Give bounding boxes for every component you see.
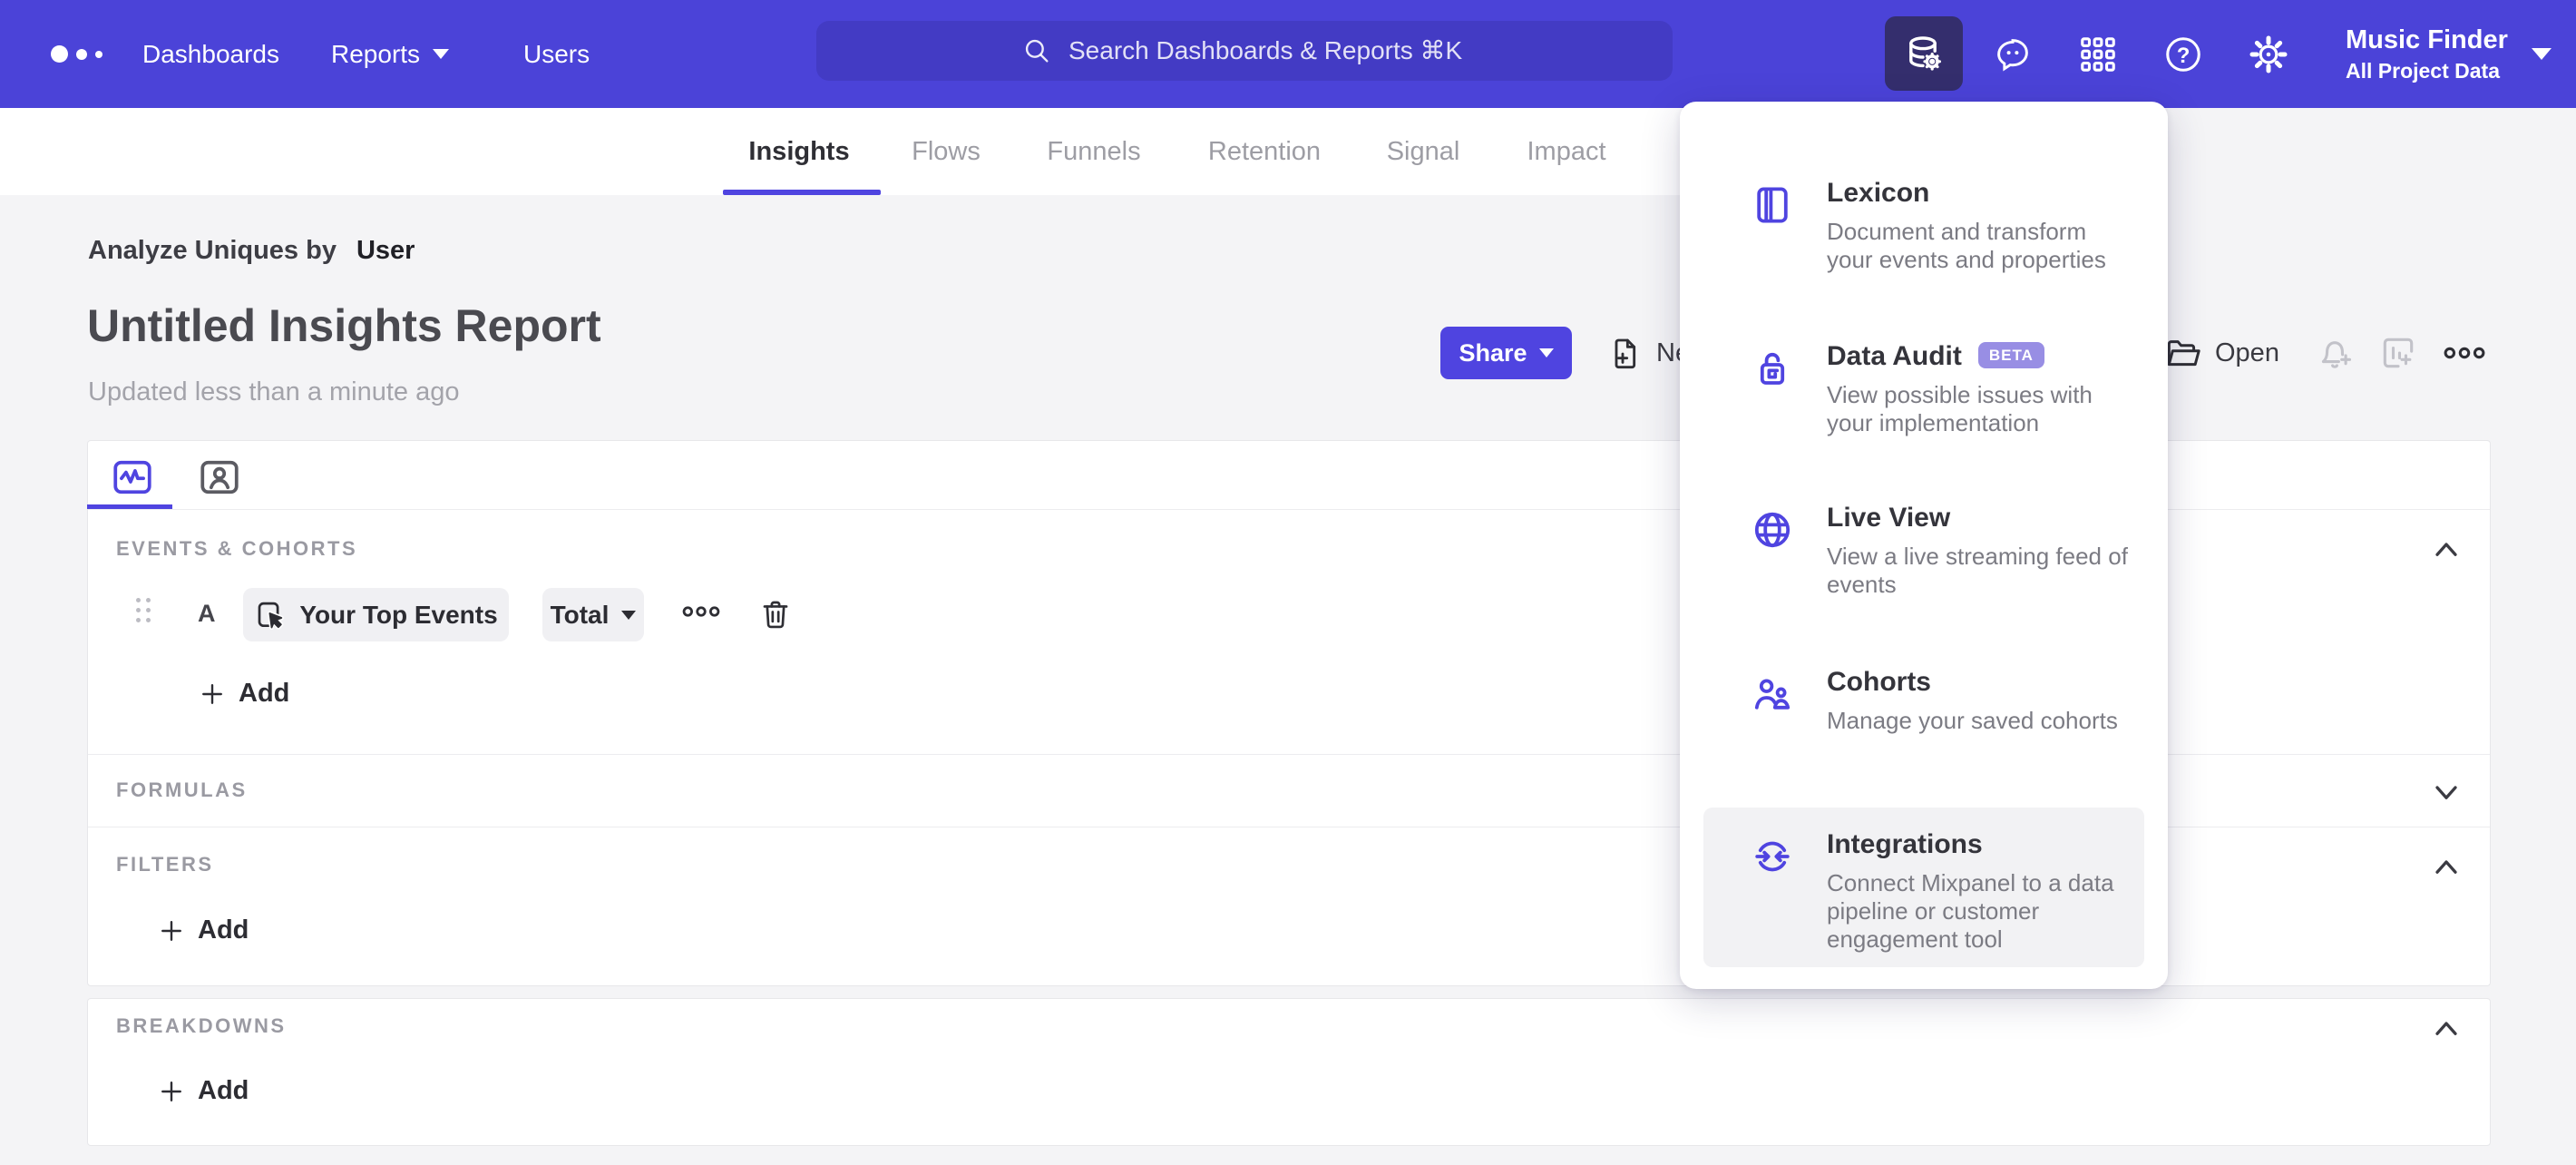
updated-timestamp: Updated less than a minute ago bbox=[88, 377, 460, 406]
tab-insights[interactable]: Insights bbox=[748, 108, 849, 195]
svg-text:?: ? bbox=[2177, 43, 2191, 67]
feedback-bubble-icon bbox=[1997, 38, 2028, 71]
menu-item-integrations[interactable]: Integrations Connect Mixpanel to a data … bbox=[1680, 829, 2168, 989]
filters-collapse-button[interactable] bbox=[2433, 857, 2460, 876]
tab-funnels[interactable]: Funnels bbox=[1047, 108, 1140, 195]
add-to-dashboard-button[interactable] bbox=[2378, 327, 2418, 379]
menu-item-data-audit[interactable]: Data Audit BETA View possible issues wit… bbox=[1680, 341, 2168, 503]
alerts-button[interactable] bbox=[2315, 327, 2355, 379]
project-name: Music Finder bbox=[2346, 24, 2508, 54]
caret-down-icon bbox=[433, 49, 450, 59]
add-event-button[interactable]: Add bbox=[200, 679, 289, 709]
events-section-label: EVENTS & COHORTS bbox=[116, 537, 358, 560]
event-row-more-button[interactable] bbox=[680, 604, 722, 619]
apps-grid-button[interactable] bbox=[2059, 0, 2137, 108]
chart-plus-icon bbox=[2383, 338, 2414, 368]
help-button[interactable]: ? bbox=[2144, 0, 2222, 108]
project-selector[interactable]: Music Finder All Project Data bbox=[2346, 0, 2552, 108]
nav-reports[interactable]: Reports bbox=[331, 0, 450, 108]
events-view-tab[interactable] bbox=[110, 455, 155, 500]
nav-users[interactable]: Users bbox=[523, 0, 590, 108]
event-cursor-icon bbox=[258, 602, 285, 630]
add-filter-button[interactable]: Add bbox=[160, 915, 249, 945]
user-card-icon bbox=[200, 460, 239, 494]
trash-icon bbox=[763, 601, 788, 629]
open-report-button[interactable]: Open bbox=[2163, 327, 2279, 379]
global-search[interactable] bbox=[816, 21, 1673, 81]
breakdowns-card bbox=[87, 998, 2491, 1146]
mixpanel-logo-icon[interactable] bbox=[51, 45, 102, 63]
apps-grid-icon bbox=[2081, 36, 2115, 72]
event-selector-chip[interactable]: Your Top Events bbox=[243, 588, 509, 641]
chevron-up-icon bbox=[2435, 860, 2457, 874]
nav-dashboards[interactable]: Dashboards bbox=[142, 0, 279, 108]
gear-icon bbox=[2249, 34, 2288, 73]
caret-down-icon bbox=[2531, 48, 2552, 60]
ellipsis-icon bbox=[682, 606, 720, 617]
pulse-chart-icon bbox=[113, 460, 151, 494]
live-view-globe-icon bbox=[1751, 508, 1794, 552]
lexicon-book-icon bbox=[1751, 183, 1794, 227]
search-icon bbox=[1021, 35, 1052, 66]
open-folder-icon bbox=[2167, 340, 2200, 367]
beta-badge: BETA bbox=[1977, 341, 2044, 368]
project-scope: All Project Data bbox=[2346, 58, 2500, 83]
nav-reports-label: Reports bbox=[331, 39, 421, 68]
report-tab-bar: Insights Flows Funnels Retention Signal … bbox=[0, 108, 1887, 195]
tab-flows[interactable]: Flows bbox=[912, 108, 981, 195]
formulas-expand-button[interactable] bbox=[2433, 782, 2460, 802]
data-management-menu: Lexicon Document and transform your even… bbox=[1680, 102, 2168, 989]
menu-item-lexicon[interactable]: Lexicon Document and transform your even… bbox=[1680, 178, 2168, 341]
new-document-icon bbox=[1615, 338, 1636, 369]
formulas-section-label: FORMULAS bbox=[116, 778, 248, 801]
analyze-line: Analyze Uniques by User bbox=[88, 236, 415, 266]
chevron-up-icon bbox=[2435, 1022, 2457, 1035]
help-icon: ? bbox=[2166, 36, 2200, 72]
integrations-sync-icon bbox=[1751, 835, 1794, 878]
menu-item-cohorts[interactable]: Cohorts Manage your saved cohorts bbox=[1680, 667, 2168, 808]
tab-impact[interactable]: Impact bbox=[1527, 108, 1605, 195]
event-row-drag-handle[interactable] bbox=[136, 598, 151, 622]
top-bar: Dashboards Reports Users Search Dashboar… bbox=[0, 0, 2576, 108]
breakdowns-collapse-button[interactable] bbox=[2433, 1018, 2460, 1038]
mixpanel-app: Dashboards Reports Users Search Dashboar… bbox=[0, 0, 2576, 1165]
feedback-button[interactable] bbox=[1974, 0, 2052, 108]
filters-section-label: FILTERS bbox=[116, 853, 214, 876]
profiles-view-tab[interactable] bbox=[197, 455, 242, 500]
plus-icon bbox=[161, 920, 181, 941]
nav-dashboards-label: Dashboards bbox=[142, 39, 279, 68]
caret-down-icon bbox=[621, 610, 637, 620]
breakdowns-section-label: BREAKDOWNS bbox=[116, 1014, 287, 1037]
chevron-down-icon bbox=[2435, 786, 2457, 799]
add-breakdown-button[interactable]: Add bbox=[160, 1076, 249, 1106]
cohorts-users-icon bbox=[1751, 672, 1794, 716]
data-management-button[interactable] bbox=[1885, 16, 1963, 91]
analyze-entity-selector[interactable]: User bbox=[356, 236, 415, 265]
report-title[interactable]: Untitled Insights Report bbox=[87, 299, 601, 352]
database-gear-icon bbox=[1909, 36, 1942, 71]
analyze-prefix: Analyze Uniques by bbox=[88, 236, 337, 265]
plus-icon bbox=[202, 683, 222, 704]
menu-item-live-view[interactable]: Live View View a live streaming feed of … bbox=[1680, 503, 2168, 666]
share-button[interactable]: Share bbox=[1440, 327, 1572, 379]
plus-icon bbox=[161, 1081, 181, 1101]
events-collapse-button[interactable] bbox=[2433, 539, 2460, 559]
aggregation-dropdown[interactable]: Total bbox=[542, 588, 644, 641]
tab-signal[interactable]: Signal bbox=[1387, 108, 1460, 195]
more-actions-button[interactable] bbox=[2442, 338, 2487, 368]
data-audit-lock-icon bbox=[1751, 347, 1794, 390]
caret-down-icon bbox=[1538, 348, 1554, 357]
bell-plus-icon bbox=[2321, 341, 2352, 368]
nav-users-label: Users bbox=[523, 39, 590, 68]
chevron-up-icon bbox=[2435, 543, 2457, 556]
event-row-letter: A bbox=[198, 600, 216, 627]
tab-retention[interactable]: Retention bbox=[1208, 108, 1321, 195]
settings-button[interactable] bbox=[2230, 0, 2308, 108]
search-input[interactable] bbox=[1068, 36, 1468, 65]
active-tab-underline bbox=[723, 190, 881, 195]
ellipsis-icon bbox=[2444, 347, 2485, 359]
event-row-delete-button[interactable] bbox=[758, 597, 793, 631]
